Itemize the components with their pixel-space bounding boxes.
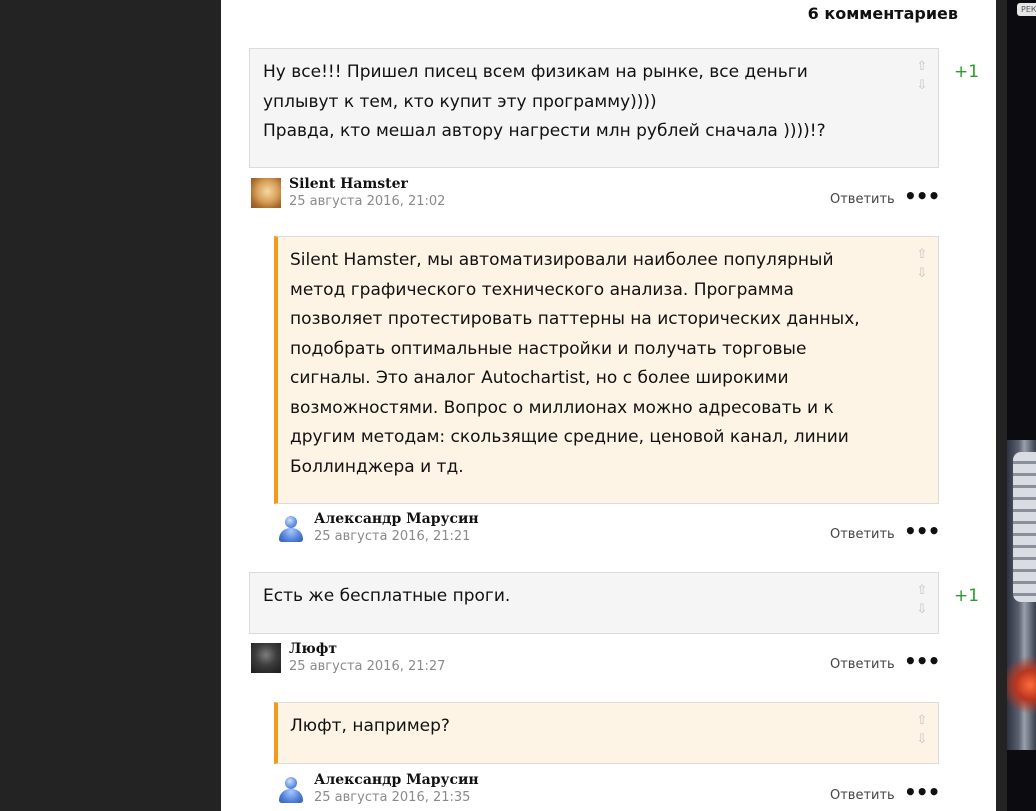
vote-up-icon[interactable]: ⇧: [914, 245, 930, 264]
vote-down-icon[interactable]: ⇩: [914, 76, 930, 95]
vote-controls: ⇧ ⇩: [914, 711, 930, 749]
ad-image[interactable]: [1007, 440, 1036, 750]
ad-banner[interactable]: РЕК: [1007, 0, 1036, 811]
vote-down-icon[interactable]: ⇩: [914, 600, 930, 619]
comment-card: Ну все!!! Пришел писец всем физикам на р…: [249, 48, 939, 168]
comment-date: 25 августа 2016, 21:21: [314, 529, 471, 544]
comment-count: 6 комментариев: [807, 4, 958, 23]
reply-card: Silent Hamster, мы автоматизировали наиб…: [274, 236, 939, 504]
avatar[interactable]: [276, 774, 306, 804]
comment-score: +1: [954, 62, 980, 82]
author-name[interactable]: Александр Марусин: [314, 772, 479, 788]
more-options-icon[interactable]: •••: [904, 649, 940, 673]
avatar-head-icon: [285, 777, 297, 789]
vote-controls: ⇧ ⇩: [914, 57, 930, 95]
avatar[interactable]: [251, 178, 281, 208]
comment-score: +1: [954, 586, 980, 606]
author-name[interactable]: Люфт: [289, 641, 337, 657]
comment-meta: Александр Марусин 25 августа 2016, 21:35…: [276, 772, 940, 808]
more-options-icon[interactable]: •••: [904, 519, 940, 543]
comment-date: 25 августа 2016, 21:02: [289, 194, 446, 209]
comment-text: Silent Hamster, мы автоматизировали наиб…: [290, 250, 860, 477]
vote-down-icon[interactable]: ⇩: [914, 730, 930, 749]
comment-text: Люфт, например?: [290, 716, 450, 736]
more-options-icon[interactable]: •••: [904, 780, 940, 804]
reply-button[interactable]: Ответить: [830, 657, 895, 672]
comment-meta: Александр Марусин 25 августа 2016, 21:21…: [276, 511, 940, 547]
avatar[interactable]: [276, 513, 306, 543]
reply-button[interactable]: Ответить: [830, 527, 895, 542]
comment-meta: Люфт 25 августа 2016, 21:27 Ответить •••: [251, 641, 940, 677]
comment-date: 25 августа 2016, 21:27: [289, 659, 446, 674]
comment-meta: Silent Hamster 25 августа 2016, 21:02 От…: [251, 176, 940, 212]
reply-button[interactable]: Ответить: [830, 192, 895, 207]
avatar-head-icon: [285, 516, 297, 528]
reply-card: Люфт, например? ⇧ ⇩: [274, 702, 939, 764]
avatar-body-icon: [279, 528, 303, 542]
ad-label: РЕК: [1017, 3, 1036, 16]
vote-controls: ⇧ ⇩: [914, 245, 930, 283]
avatar-body-icon: [279, 789, 303, 803]
vote-up-icon[interactable]: ⇧: [914, 581, 930, 600]
comment-text: Ну все!!! Пришел писец всем физикам на р…: [263, 62, 826, 141]
author-name[interactable]: Александр Марусин: [314, 511, 479, 527]
comment-card: Есть же бесплатные проги. ⇧ ⇩: [249, 572, 939, 634]
reply-button[interactable]: Ответить: [830, 788, 895, 803]
comment-date: 25 августа 2016, 21:35: [314, 790, 471, 805]
vote-up-icon[interactable]: ⇧: [914, 57, 930, 76]
vote-up-icon[interactable]: ⇧: [914, 711, 930, 730]
vote-controls: ⇧ ⇩: [914, 581, 930, 619]
comment-text: Есть же бесплатные проги.: [263, 586, 511, 606]
more-options-icon[interactable]: •••: [904, 184, 940, 208]
avatar[interactable]: [251, 643, 281, 673]
author-name[interactable]: Silent Hamster: [289, 176, 408, 192]
ad-image-stack: [1013, 452, 1036, 602]
ad-image-glow: [1007, 650, 1036, 720]
vote-down-icon[interactable]: ⇩: [914, 264, 930, 283]
